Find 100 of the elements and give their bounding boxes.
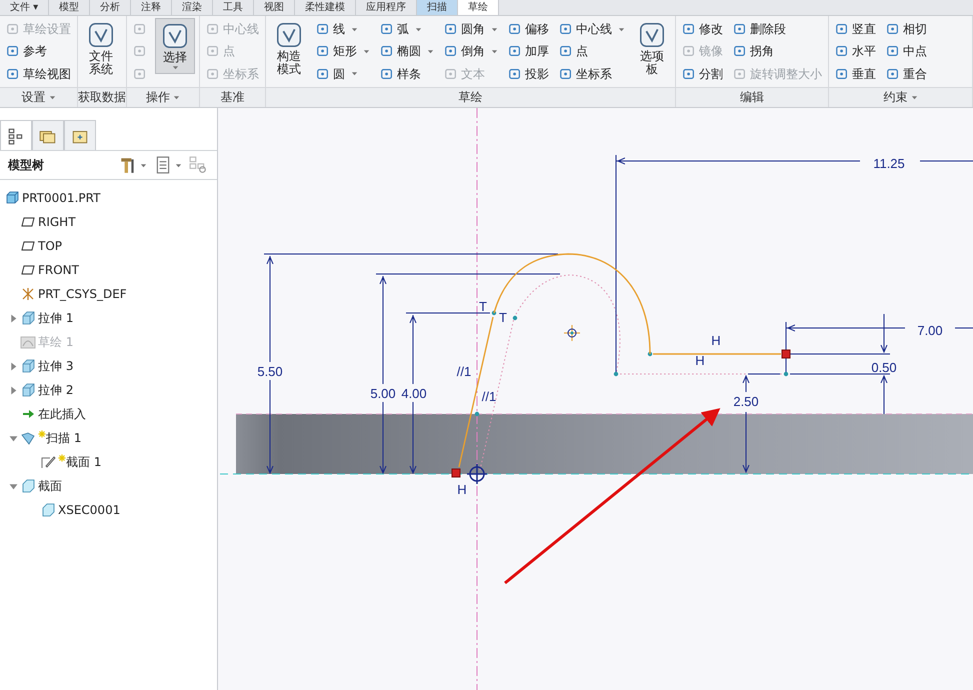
dimension-value[interactable]: 5.50	[257, 364, 283, 379]
tree-item[interactable]: XSEC0001	[58, 501, 120, 519]
tree-item[interactable]: 截面	[38, 477, 62, 495]
tool-button[interactable]: 参考	[4, 40, 73, 63]
tree-item[interactable]: 拉伸 3	[38, 357, 74, 375]
dimension-value[interactable]: 0.50	[871, 360, 897, 375]
expand-toggle-icon[interactable]	[8, 314, 18, 322]
sketch-point[interactable]	[474, 412, 480, 416]
tool-button[interactable]: 样条	[378, 62, 436, 85]
tree-item[interactable]: TOP	[38, 237, 62, 255]
tool-button[interactable]: 草绘视图	[4, 62, 73, 85]
tool-button[interactable]: 相切	[884, 18, 929, 40]
caret-icon[interactable]	[363, 48, 370, 55]
expand-toggle-icon[interactable]	[8, 362, 18, 370]
sketch-point[interactable]	[648, 352, 652, 356]
tool-button[interactable]: 删除段	[731, 18, 824, 40]
constraint-symbol[interactable]: H	[695, 353, 705, 368]
sketch-point[interactable]	[784, 372, 788, 376]
pencil-icon	[40, 454, 56, 470]
tool-button[interactable]: 加厚	[506, 40, 551, 63]
dimension-value[interactable]: 7.00	[917, 323, 943, 338]
caret-icon[interactable]	[48, 94, 56, 101]
tool-button[interactable]: 构造模式	[270, 18, 308, 78]
caret-icon[interactable]	[173, 94, 180, 101]
tool-button[interactable]: 圆角	[442, 18, 500, 40]
menu-tab[interactable]: 工具	[213, 0, 254, 15]
tree-item[interactable]: 在此插入	[38, 405, 86, 423]
dimension-value[interactable]: 4.00	[401, 386, 427, 401]
constraint-symbol[interactable]: H	[711, 333, 721, 348]
endpoint-marker[interactable]	[452, 468, 460, 478]
panel-tab[interactable]	[32, 120, 64, 150]
sketch-point[interactable]	[512, 316, 518, 320]
tool-button[interactable]: 垂直	[833, 62, 878, 85]
caret-icon[interactable]	[172, 64, 178, 71]
menu-tab[interactable]: 柔性建模	[295, 0, 356, 15]
tool-button[interactable]: 中点	[884, 40, 929, 63]
caret-icon[interactable]	[351, 70, 358, 78]
tool-button[interactable]: 投影	[506, 62, 551, 85]
tool-button[interactable]: 矩形	[314, 40, 372, 63]
caret-icon[interactable]	[415, 26, 422, 33]
tool-button[interactable]: 中心线	[557, 18, 627, 40]
caret-icon[interactable]	[491, 26, 498, 33]
expand-toggle-icon[interactable]	[8, 386, 18, 394]
tree-item[interactable]: 截面 1	[66, 453, 102, 471]
tree-item[interactable]: PRT0001.PRT	[22, 189, 100, 207]
tool-button[interactable]: 点	[557, 40, 627, 63]
constraint-symbol[interactable]: T	[499, 310, 507, 325]
tool-button[interactable]: 拐角	[731, 40, 824, 63]
tree-item[interactable]: PRT_CSYS_DEF	[38, 285, 127, 303]
tool-button[interactable]: 竖直	[833, 18, 878, 40]
menu-tab[interactable]: 草绘	[458, 0, 500, 15]
tool-button[interactable]: 重合	[884, 62, 929, 85]
dimension-value[interactable]: 11.25	[873, 156, 905, 171]
dimension-value[interactable]: 2.50	[733, 394, 759, 409]
tool-button[interactable]: 弧	[378, 18, 436, 40]
tree-item[interactable]: 扫描 1	[46, 429, 82, 447]
caret-icon[interactable]	[351, 26, 358, 33]
tool-button[interactable]: 线	[314, 18, 372, 40]
menu-tab[interactable]: 分析	[90, 0, 132, 15]
menu-tab[interactable]: 视图	[254, 0, 296, 15]
caret-icon[interactable]	[491, 48, 498, 55]
tree-item[interactable]: RIGHT	[38, 213, 76, 231]
dimension-value[interactable]: 5.00	[370, 386, 396, 401]
constraint-symbol[interactable]: //1	[456, 364, 472, 379]
panel-tab[interactable]	[64, 120, 96, 150]
menu-tab[interactable]: 渲染	[172, 0, 214, 15]
menu-tab[interactable]: 注释	[131, 0, 172, 15]
constraint-symbol[interactable]: //1	[482, 389, 496, 404]
tool-button[interactable]: 椭圆	[378, 40, 436, 63]
sketch-arc[interactable]	[493, 253, 651, 354]
panel-tab[interactable]	[0, 120, 32, 150]
tool-button[interactable]: 文件系统	[82, 18, 120, 78]
tool-button[interactable]: 选择	[155, 18, 195, 74]
sketch-point[interactable]	[614, 372, 618, 376]
tool-button[interactable]: 倒角	[442, 40, 500, 63]
tool-button[interactable]: 偏移	[506, 18, 551, 40]
sketch-point[interactable]	[492, 310, 496, 316]
tree-item[interactable]: 拉伸 2	[38, 381, 74, 399]
caret-icon[interactable]	[175, 162, 182, 168]
caret-icon[interactable]	[140, 162, 147, 168]
tool-button[interactable]: 圆	[314, 62, 372, 85]
caret-icon[interactable]	[910, 94, 918, 101]
tree-item[interactable]: FRONT	[38, 261, 79, 279]
constraint-symbol[interactable]: T	[479, 299, 487, 314]
caret-icon[interactable]	[427, 48, 434, 55]
caret-icon[interactable]	[618, 26, 625, 33]
tool-button[interactable]: 分割	[680, 62, 725, 85]
expand-toggle-icon[interactable]	[8, 434, 18, 442]
tool-button[interactable]: 修改	[680, 18, 725, 40]
tool-button[interactable]: 坐标系	[557, 62, 627, 85]
tool-button[interactable]: 水平	[833, 40, 878, 63]
endpoint-marker[interactable]	[782, 350, 790, 358]
expand-toggle-icon[interactable]	[8, 482, 18, 490]
constraint-symbol[interactable]: H	[457, 482, 467, 497]
tree-item[interactable]: 拉伸 1	[38, 309, 74, 327]
tool-button[interactable]: 选项板	[633, 18, 671, 78]
menu-tab[interactable]: 扫描	[417, 0, 458, 15]
menu-tab[interactable]: 文件 ▾	[0, 0, 50, 15]
menu-tab[interactable]: 模型	[49, 0, 90, 15]
sketch-line[interactable]	[458, 316, 494, 468]
